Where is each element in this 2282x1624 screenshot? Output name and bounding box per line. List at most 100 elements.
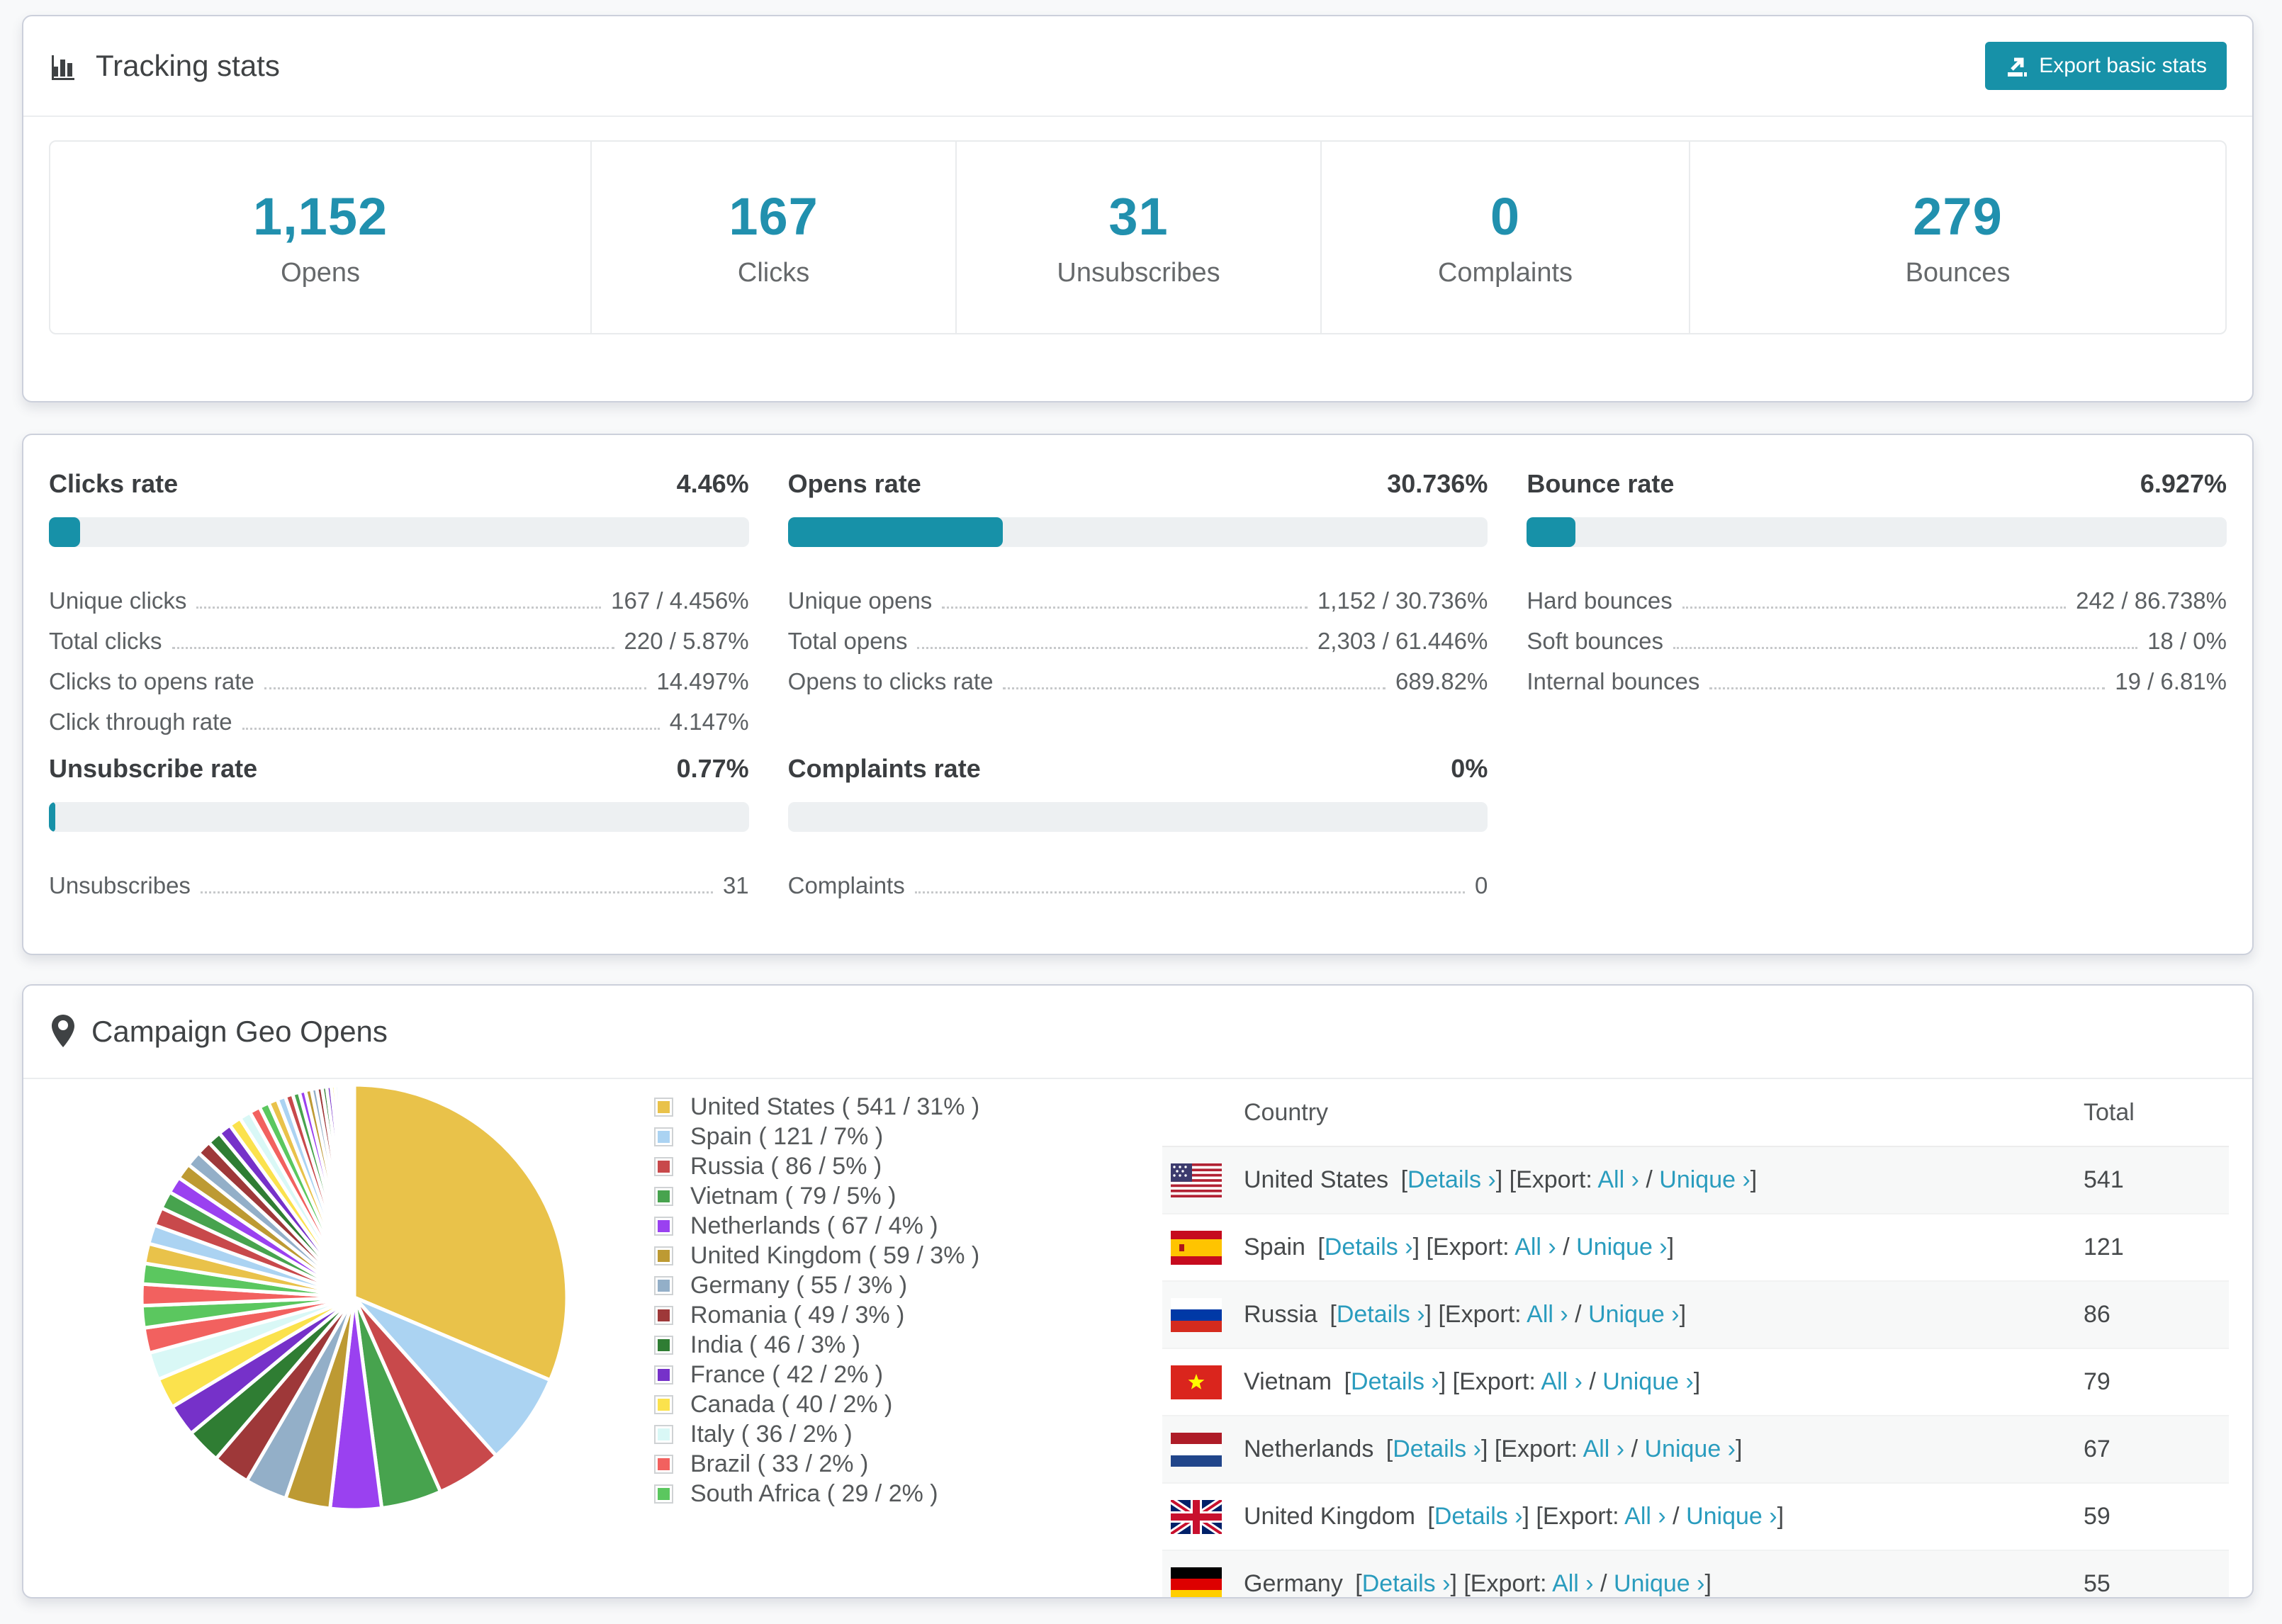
legend-swatch bbox=[654, 1097, 673, 1117]
metric-value: 167 / 4.456% bbox=[611, 587, 749, 614]
rate-section-unsubscribe: Unsubscribe rate 0.77% Unsubscribes 31 bbox=[49, 754, 749, 901]
legend-label: Vietnam ( 79 / 5% ) bbox=[690, 1182, 896, 1209]
metric-label: Clicks to opens rate bbox=[49, 668, 254, 694]
metric-value: 18 / 0% bbox=[2147, 628, 2227, 654]
rates-card: Clicks rate 4.46% Unique clicks 167 / 4.… bbox=[22, 434, 2254, 955]
rate-section-complaints: Complaints rate 0% Complaints 0 bbox=[787, 754, 1488, 901]
legend-label: South Africa ( 29 / 2% ) bbox=[690, 1479, 938, 1507]
details-link[interactable]: Details › bbox=[1393, 1436, 1481, 1462]
legend-swatch bbox=[654, 1365, 673, 1385]
metric-row: Unique clicks 167 / 4.456% bbox=[49, 575, 749, 616]
rate-section-clicks: Clicks rate 4.46% Unique clicks 167 / 4.… bbox=[49, 469, 749, 737]
legend-swatch bbox=[654, 1156, 673, 1176]
metric-row: Unique opens 1,152 / 30.736% bbox=[788, 575, 1488, 616]
legend-label: Germany ( 55 / 3% ) bbox=[690, 1271, 908, 1299]
details-link[interactable]: Details › bbox=[1351, 1368, 1439, 1395]
stat-label: Complaints bbox=[1437, 258, 1573, 288]
metric-row: Complaints 0 bbox=[788, 860, 1488, 901]
export-unique-link[interactable]: Unique › bbox=[1576, 1234, 1668, 1261]
legend-swatch bbox=[654, 1186, 673, 1206]
export-all-link[interactable]: All › bbox=[1597, 1166, 1639, 1193]
export-unique-link[interactable]: Unique › bbox=[1588, 1301, 1680, 1328]
details-link[interactable]: Details › bbox=[1325, 1234, 1413, 1261]
country-total: 55 bbox=[2084, 1570, 2110, 1597]
metric-label: Internal bounces bbox=[1527, 668, 1700, 694]
stat-complaints: 0 Complaints bbox=[1320, 142, 1689, 333]
country-name: Netherlands bbox=[1244, 1436, 1374, 1462]
country-total: 541 bbox=[2084, 1166, 2124, 1193]
flag-vn-icon bbox=[1171, 1365, 1222, 1399]
metric-label: Unique clicks bbox=[49, 587, 187, 614]
country-total: 67 bbox=[2084, 1436, 2110, 1462]
legend-label: United States ( 541 / 31% ) bbox=[690, 1093, 980, 1120]
map-pin-icon bbox=[49, 1013, 77, 1050]
export-unique-link[interactable]: Unique › bbox=[1614, 1570, 1705, 1597]
export-unique-link[interactable]: Unique › bbox=[1659, 1166, 1750, 1193]
legend-label: Romania ( 49 / 3% ) bbox=[690, 1301, 905, 1329]
metric-row: Internal bounces 19 / 6.81% bbox=[1527, 656, 2227, 697]
flag-nl-icon bbox=[1171, 1432, 1222, 1467]
export-unique-link[interactable]: Unique › bbox=[1644, 1436, 1736, 1462]
details-link[interactable]: Details › bbox=[1434, 1503, 1523, 1530]
progress-bar-fill bbox=[1527, 517, 1575, 547]
details-link[interactable]: Details › bbox=[1337, 1301, 1425, 1328]
export-unique-link[interactable]: Unique › bbox=[1686, 1503, 1777, 1530]
table-row-us: United States [Details ›] [Export: All ›… bbox=[1162, 1147, 2229, 1214]
metric-label: Unsubscribes bbox=[49, 872, 191, 898]
details-link[interactable]: Details › bbox=[1407, 1166, 1496, 1193]
export-all-link[interactable]: All › bbox=[1541, 1368, 1583, 1395]
export-all-link[interactable]: All › bbox=[1514, 1234, 1556, 1261]
tracking-stats-card: Tracking stats Export basic stats 1,152 … bbox=[22, 15, 2254, 402]
stat-label: Clicks bbox=[737, 258, 810, 288]
legend-swatch bbox=[654, 1394, 673, 1414]
legend-label: Netherlands ( 67 / 4% ) bbox=[690, 1212, 938, 1239]
rate-title: Complaints rate bbox=[787, 754, 981, 783]
stat-unsubscribes: 31 Unsubscribes bbox=[955, 142, 1320, 333]
flag-us-icon bbox=[1171, 1163, 1222, 1197]
legend-item: United States ( 541 / 31% ) bbox=[654, 1092, 979, 1122]
rate-title: Clicks rate bbox=[49, 469, 179, 498]
dotted-leader bbox=[917, 647, 1308, 649]
legend-item: Vietnam ( 79 / 5% ) bbox=[654, 1181, 979, 1211]
stat-label: Unsubscribes bbox=[1057, 258, 1220, 288]
export-unique-link[interactable]: Unique › bbox=[1602, 1368, 1694, 1395]
export-all-link[interactable]: All › bbox=[1527, 1301, 1568, 1328]
metric-label: Soft bounces bbox=[1527, 628, 1663, 654]
country-name: Spain bbox=[1244, 1234, 1305, 1261]
page-title: Tracking stats bbox=[96, 49, 280, 82]
country-name: United States bbox=[1244, 1166, 1389, 1193]
geo-table: Country Total United States [Details ›] … bbox=[1162, 1079, 2229, 1597]
metric-value: 242 / 86.738% bbox=[2076, 587, 2227, 614]
table-row-de: Germany [Details ›] [Export: All › / Uni… bbox=[1162, 1551, 2229, 1597]
legend-label: Brazil ( 33 / 2% ) bbox=[690, 1450, 869, 1477]
stat-bounces: 279 Bounces bbox=[1689, 142, 2225, 333]
metric-label: Unique opens bbox=[787, 587, 933, 614]
export-basic-stats-button[interactable]: Export basic stats bbox=[1985, 42, 2227, 90]
rate-title: Opens rate bbox=[787, 469, 921, 498]
table-row-es: Spain [Details ›] [Export: All › / Uniqu… bbox=[1162, 1214, 2229, 1282]
dotted-leader bbox=[914, 891, 1465, 893]
country-total: 86 bbox=[2084, 1301, 2110, 1328]
metric-value: 19 / 6.81% bbox=[2115, 668, 2227, 694]
progress-bar-fill bbox=[49, 517, 81, 547]
export-all-link[interactable]: All › bbox=[1552, 1570, 1594, 1597]
metric-row: Click through rate 4.147% bbox=[49, 697, 749, 737]
legend-item: India ( 46 / 3% ) bbox=[654, 1330, 979, 1360]
legend-swatch bbox=[654, 1484, 673, 1504]
rate-percentage: 4.46% bbox=[676, 469, 749, 498]
legend-label: India ( 46 / 3% ) bbox=[690, 1331, 861, 1358]
details-link[interactable]: Details › bbox=[1362, 1570, 1451, 1597]
metric-row: Clicks to opens rate 14.497% bbox=[49, 656, 749, 697]
rate-title: Unsubscribe rate bbox=[49, 754, 258, 783]
legend-item: Germany ( 55 / 3% ) bbox=[654, 1270, 979, 1300]
geo-legend: United States ( 541 / 31% ) Spain ( 121 … bbox=[654, 1092, 979, 1509]
export-all-link[interactable]: All › bbox=[1583, 1436, 1625, 1462]
rates-grid: Clicks rate 4.46% Unique clicks 167 / 4.… bbox=[23, 435, 2252, 901]
dotted-leader bbox=[1682, 607, 2067, 609]
rate-percentage: 30.736% bbox=[1387, 469, 1488, 498]
table-row-vn: Vietnam [Details ›] [Export: All › / Uni… bbox=[1162, 1349, 2229, 1416]
legend-label: Russia ( 86 / 5% ) bbox=[690, 1152, 882, 1180]
export-all-link[interactable]: All › bbox=[1624, 1503, 1666, 1530]
dotted-leader bbox=[1003, 687, 1386, 689]
stat-label: Bounces bbox=[1905, 258, 2011, 288]
